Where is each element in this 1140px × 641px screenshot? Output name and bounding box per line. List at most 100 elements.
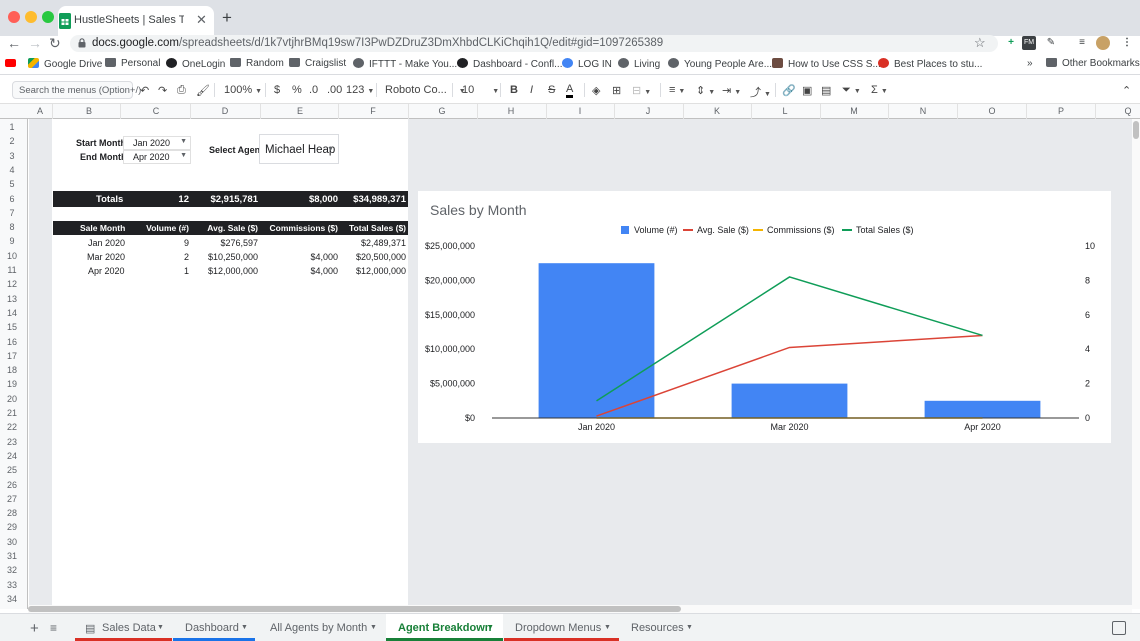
sheet-tab-dashboard[interactable]: Dashboard ▼ xyxy=(173,614,255,641)
table-cell[interactable]: $10,250,000 xyxy=(193,252,258,262)
bookmark-css[interactable]: How to Use CSS S... xyxy=(772,58,881,70)
row-header[interactable]: 12 xyxy=(0,279,24,289)
column-header[interactable]: B xyxy=(79,106,99,116)
column-header[interactable]: C xyxy=(146,106,166,116)
row-header[interactable]: 24 xyxy=(0,451,24,461)
table-cell[interactable]: $12,000,000 xyxy=(343,266,406,276)
column-header[interactable]: D xyxy=(215,106,235,116)
table-cell[interactable]: $2,489,371 xyxy=(343,238,406,248)
fill-color-icon[interactable]: ◈ xyxy=(592,84,600,97)
strikethrough-button[interactable]: S xyxy=(548,84,555,96)
window-zoom-button[interactable] xyxy=(42,11,54,23)
sheet-tab-dropdown-menus[interactable]: Dropdown Menus ▼ xyxy=(504,614,619,641)
borders-icon[interactable]: ⊞ xyxy=(612,84,621,97)
bookmark-log-in[interactable]: LOG IN xyxy=(562,58,612,70)
row-header[interactable]: 16 xyxy=(0,337,24,347)
vertical-scrollbar[interactable] xyxy=(1132,119,1140,609)
table-cell[interactable]: $12,000,000 xyxy=(193,266,258,276)
row-header[interactable]: 8 xyxy=(0,222,24,232)
row-header[interactable]: 26 xyxy=(0,480,24,490)
italic-button[interactable]: I xyxy=(530,84,533,96)
back-arrow-icon[interactable]: ← xyxy=(7,36,21,50)
browser-tab[interactable]: HustleSheets | Sales Tracker v ✕ xyxy=(58,6,214,36)
sales-chart[interactable]: Sales by Month Volume (#) Avg. Sale ($) Com… xyxy=(418,191,1111,443)
reading-list-icon[interactable]: ≡ xyxy=(1075,36,1089,50)
increase-decimal-button[interactable]: .00 xyxy=(327,84,342,96)
row-header[interactable]: 28 xyxy=(0,508,24,518)
column-header[interactable]: J xyxy=(638,106,658,116)
filter-icon[interactable]: ⏷ ▼ xyxy=(842,84,861,97)
insert-chart-icon[interactable]: ▤ xyxy=(821,84,831,97)
url-field[interactable]: docs.google.com/spreadsheets/d/1k7vtjhrB… xyxy=(70,35,998,52)
bold-button[interactable]: B xyxy=(510,84,518,96)
column-header[interactable]: H xyxy=(501,106,521,116)
extension-plus-icon[interactable]: + xyxy=(1004,36,1018,50)
all-sheets-icon[interactable]: ≡ xyxy=(50,621,57,635)
zoom-select[interactable]: 100% ▼ xyxy=(224,84,262,96)
more-bookmarks-icon[interactable]: » xyxy=(1027,58,1033,69)
sheet-tab-all-agents-by-month[interactable]: All Agents by Month ▼ xyxy=(256,614,385,641)
text-rotate-icon[interactable]: ⤴ ▼ xyxy=(750,84,771,100)
bookmark-random[interactable]: Random xyxy=(230,58,284,69)
window-close-button[interactable] xyxy=(8,11,20,23)
row-header[interactable]: 13 xyxy=(0,294,24,304)
vertical-align-icon[interactable]: ⇕ ▼ xyxy=(696,84,715,97)
column-header[interactable]: Q xyxy=(1118,106,1138,116)
table-cell[interactable]: Mar 2020 xyxy=(87,252,125,262)
column-header[interactable]: E xyxy=(290,106,310,116)
agent-dropdown[interactable]: Michael Heap ▼ xyxy=(259,134,339,164)
font-size-select[interactable]: 10 ▼ xyxy=(462,84,499,96)
column-header[interactable]: L xyxy=(775,106,795,116)
column-header[interactable]: O xyxy=(982,106,1002,116)
sheet-tab-sales-data[interactable]: ▤ Sales Data ▼ xyxy=(75,614,172,641)
row-header[interactable]: 22 xyxy=(0,422,24,432)
table-cell[interactable]: 9 xyxy=(133,238,189,248)
new-tab-icon[interactable]: + xyxy=(222,8,232,28)
horizontal-align-icon[interactable]: ≡ ▼ xyxy=(669,84,685,96)
merge-cells-icon[interactable]: ⊟ ▼ xyxy=(632,84,651,97)
undo-icon[interactable]: ↶ xyxy=(140,84,149,97)
insert-comment-icon[interactable]: ▣ xyxy=(802,84,812,97)
column-header[interactable]: M xyxy=(844,106,864,116)
row-header[interactable]: 11 xyxy=(0,265,24,275)
youtube-icon[interactable] xyxy=(5,58,21,69)
row-header[interactable]: 21 xyxy=(0,408,24,418)
table-cell[interactable]: 1 xyxy=(133,266,189,276)
column-header[interactable]: P xyxy=(1051,106,1071,116)
row-header[interactable]: 29 xyxy=(0,522,24,532)
column-header[interactable]: G xyxy=(432,106,452,116)
row-header[interactable]: 4 xyxy=(0,165,24,175)
row-header[interactable]: 6 xyxy=(0,194,24,204)
column-header[interactable]: K xyxy=(707,106,727,116)
row-header[interactable]: 9 xyxy=(0,236,24,246)
horizontal-scroll-thumb[interactable] xyxy=(28,606,681,612)
sheet-tab-agent-breakdown[interactable]: Agent Breakdown ▼ xyxy=(386,614,503,641)
font-family-select[interactable]: Roboto Co... ▼ xyxy=(385,84,466,96)
decrease-decimal-button[interactable]: .0 xyxy=(309,84,318,96)
number-format-select[interactable]: 123 ▼ xyxy=(346,84,374,96)
row-header[interactable]: 18 xyxy=(0,365,24,375)
redo-icon[interactable]: ↷ xyxy=(158,84,167,97)
menu-search-input[interactable]: Search the menus (Option+/) xyxy=(12,81,141,99)
row-header[interactable]: 10 xyxy=(0,251,24,261)
browser-menu-icon[interactable]: ⋮ xyxy=(1120,36,1134,50)
row-header[interactable]: 34 xyxy=(0,594,24,604)
table-cell[interactable]: Jan 2020 xyxy=(88,238,125,248)
row-header[interactable]: 25 xyxy=(0,465,24,475)
extension-pen-icon[interactable]: ✎ xyxy=(1044,36,1058,50)
bookmark-dashboard-confluence[interactable]: Dashboard - Confl... xyxy=(457,58,563,70)
profile-avatar[interactable] xyxy=(1096,36,1110,50)
bookmark-living[interactable]: Living xyxy=(618,58,660,70)
column-header[interactable]: A xyxy=(30,106,50,116)
row-header[interactable]: 2 xyxy=(0,136,24,146)
table-cell[interactable]: 2 xyxy=(133,252,189,262)
table-cell[interactable]: $20,500,000 xyxy=(343,252,406,262)
reload-icon[interactable]: ↻ xyxy=(49,36,61,50)
tab-close-icon[interactable]: ✕ xyxy=(196,12,207,28)
column-header[interactable]: F xyxy=(363,106,383,116)
sheet-tab-resources[interactable]: Resources ▼ xyxy=(620,614,702,641)
row-header[interactable]: 14 xyxy=(0,308,24,318)
print-icon[interactable]: ⎙ xyxy=(177,84,186,97)
text-color-button[interactable]: A xyxy=(566,84,574,98)
start-month-dropdown[interactable]: Jan 2020 ▼ xyxy=(123,136,191,150)
